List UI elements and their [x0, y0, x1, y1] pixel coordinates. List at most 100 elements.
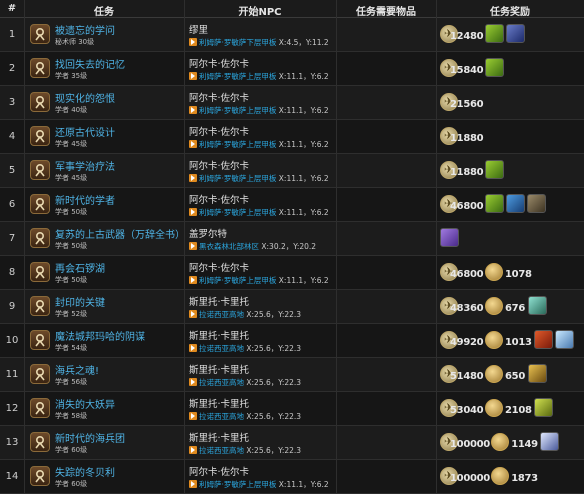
- npc-name: 阿尔卡·佐尔卡: [189, 263, 250, 274]
- quest-name-link[interactable]: 找回失去的记忆: [55, 56, 125, 71]
- reward-item-icon[interactable]: [485, 24, 504, 43]
- quest-requirement: 学者 45级: [55, 140, 88, 148]
- npc-name: 斯里托·卡里托: [189, 297, 250, 308]
- location-area-link[interactable]: 利姆萨·罗敏萨上层甲板: [199, 480, 276, 489]
- gil-coin-icon: [491, 433, 510, 451]
- exp-value: 21560: [450, 99, 484, 110]
- gil-value: 1013: [505, 337, 532, 348]
- table-row: 14 失踪的冬贝利 学者 60级 阿尔卡·佐尔卡 利姆萨·罗敏萨上层甲板 X:11.1，…: [0, 460, 584, 494]
- row-number: 14: [5, 471, 19, 482]
- reward-item-icon[interactable]: [540, 432, 559, 451]
- reward-item-icon[interactable]: [527, 194, 546, 213]
- location-area-link[interactable]: 拉诺西亚高地: [199, 310, 244, 319]
- reward-item-icon[interactable]: [533, 398, 553, 417]
- table-row: 12 消失的大妖异 学者 58级 斯里托·卡里托 拉诺西亚高地 X:25.6，Y:22.…: [0, 392, 584, 426]
- location-area-link[interactable]: 黑衣森林北部林区: [199, 242, 259, 251]
- npc-name: 斯里托·卡里托: [189, 365, 250, 376]
- location-area-link[interactable]: 利姆萨·罗敏萨下层甲板: [199, 38, 276, 47]
- quest-name-link[interactable]: 失踪的冬贝利: [55, 464, 115, 479]
- exp-value: 11880: [450, 167, 484, 178]
- map-marker-icon: [189, 276, 197, 284]
- location-area-link[interactable]: 拉诺西亚高地: [199, 412, 244, 421]
- job-quest-icon: [30, 58, 50, 78]
- quest-requirement: 学者 40级: [55, 106, 88, 114]
- npc-name: 斯里托·卡里托: [189, 433, 250, 444]
- quest-name-link[interactable]: 新时代的海兵团: [55, 430, 125, 445]
- header-npc: 开始NPC: [238, 7, 282, 18]
- job-quest-icon: [30, 364, 50, 384]
- npc-name: 阿尔卡·佐尔卡: [189, 127, 250, 138]
- location-coords: X:30.2，Y:20.2: [261, 242, 317, 251]
- npc-location: 利姆萨·罗敏萨上层甲板 X:11.1，Y:6.2: [189, 105, 329, 116]
- job-quest-icon: [30, 330, 50, 350]
- exp-value: 51480: [450, 371, 484, 382]
- reward-item-icon[interactable]: [485, 194, 504, 213]
- quest-name-link[interactable]: 复苏的上古武器（万辞全书）: [55, 226, 185, 241]
- quest-name-link[interactable]: 海兵之魂!: [55, 362, 99, 377]
- quest-name-link[interactable]: 还原古代设计: [55, 124, 115, 139]
- job-quest-icon: [30, 194, 50, 214]
- job-quest-icon: [30, 432, 50, 452]
- job-quest-icon: [30, 466, 50, 486]
- reward-item-icon[interactable]: [533, 330, 553, 349]
- row-number: 13: [5, 437, 19, 448]
- npc-location: 拉诺西亚高地 X:25.6，Y:22.3: [189, 411, 301, 422]
- location-area-link[interactable]: 利姆萨·罗敏萨上层甲板: [199, 72, 276, 81]
- location-area-link[interactable]: 利姆萨·罗敏萨上层甲板: [199, 140, 276, 149]
- table-row: 7 复苏的上古武器（万辞全书） 学者 50级 盖罗尔特 黑衣森林北部林区 X:30.2，…: [0, 222, 584, 256]
- location-area-link[interactable]: 拉诺西亚高地: [199, 378, 244, 387]
- reward-item-icon[interactable]: [506, 194, 525, 213]
- quest-name-link[interactable]: 消失的大妖异: [55, 396, 115, 411]
- row-number: 11: [5, 369, 19, 380]
- reward-item-icon[interactable]: [527, 296, 547, 315]
- reward-cell: 100000 1873: [438, 460, 584, 494]
- job-quest-icon: [30, 398, 50, 418]
- quest-name-link[interactable]: 再会石锣湖: [55, 260, 105, 275]
- quest-name-link[interactable]: 魔法城邦玛哈的阴谋: [55, 328, 145, 343]
- quest-name-link[interactable]: 新时代的学者: [55, 192, 115, 207]
- reward-item-icon[interactable]: [485, 160, 504, 179]
- header-items: 任务需要物品: [356, 7, 416, 18]
- reward-cell: [438, 222, 584, 256]
- quest-requirement: 学者 56级: [55, 378, 88, 386]
- reward-item-icon[interactable]: [440, 228, 459, 247]
- location-area-link[interactable]: 拉诺西亚高地: [199, 344, 244, 353]
- location-area-link[interactable]: 利姆萨·罗敏萨上层甲板: [199, 276, 276, 285]
- exp-value: 46800: [450, 269, 484, 280]
- quest-name-link[interactable]: 被遗忘的学问: [55, 22, 115, 37]
- quest-name-link[interactable]: 现实化的怨恨: [55, 90, 115, 105]
- map-marker-icon: [189, 242, 197, 250]
- location-area-link[interactable]: 利姆萨·罗敏萨上层甲板: [199, 174, 276, 183]
- job-quest-icon: [30, 92, 50, 112]
- col-divider: [184, 0, 185, 494]
- col-divider: [24, 0, 25, 494]
- location-coords: X:11.1，Y:6.2: [278, 72, 329, 81]
- job-quest-icon: [30, 228, 50, 248]
- npc-location: 拉诺西亚高地 X:25.6，Y:22.3: [189, 377, 301, 388]
- reward-item-icon[interactable]: [527, 364, 547, 383]
- reward-item-icon[interactable]: [506, 24, 525, 43]
- gil-value: 1873: [511, 473, 538, 484]
- exp-value: 100000: [450, 473, 490, 484]
- quest-requirement: 学者 58级: [55, 412, 88, 420]
- reward-item-icon[interactable]: [554, 330, 574, 349]
- row-number: 6: [8, 199, 16, 210]
- reward-item-icon[interactable]: [485, 58, 504, 77]
- map-marker-icon: [189, 412, 197, 420]
- map-marker-icon: [189, 72, 197, 80]
- quest-name-link[interactable]: 封印的关键: [55, 294, 105, 309]
- location-area-link[interactable]: 利姆萨·罗敏萨上层甲板: [199, 106, 276, 115]
- job-quest-icon: [30, 126, 50, 146]
- exp-value: 100000: [450, 439, 490, 450]
- location-area-link[interactable]: 拉诺西亚高地: [199, 446, 244, 455]
- npc-location: 利姆萨·罗敏萨上层甲板 X:11.1，Y:6.2: [189, 207, 329, 218]
- map-marker-icon: [189, 310, 197, 318]
- npc-location: 拉诺西亚高地 X:25.6，Y:22.3: [189, 445, 301, 456]
- table-row: 1 被遗忘的学问 秘术师 30级 缪里 利姆萨·罗敏萨下层甲板 X:4.5，Y:11.2…: [0, 18, 584, 52]
- location-coords: X:25.6，Y:22.3: [246, 412, 302, 421]
- location-area-link[interactable]: 利姆萨·罗敏萨上层甲板: [199, 208, 276, 217]
- reward-cell: 100000 1149: [438, 426, 584, 460]
- npc-location: 拉诺西亚高地 X:25.6，Y:22.3: [189, 309, 301, 320]
- reward-cell: 53040 2108: [438, 392, 584, 426]
- quest-name-link[interactable]: 军事学治疗法: [55, 158, 115, 173]
